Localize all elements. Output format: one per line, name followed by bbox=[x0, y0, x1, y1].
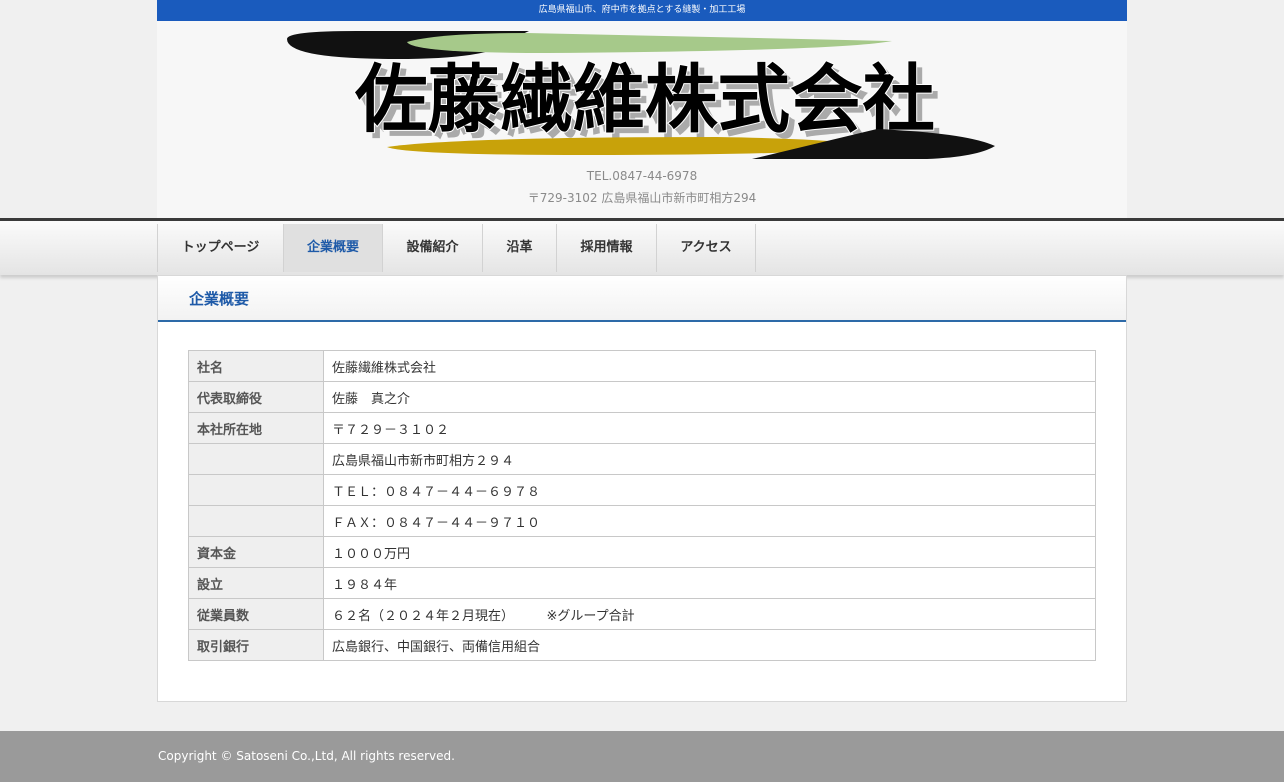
table-row: 代表取締役 佐藤 真之介 bbox=[188, 381, 1096, 413]
page-title: 企業概要 bbox=[189, 290, 250, 308]
copyright-text: Copyright © Satoseni Co.,Ltd, All rights… bbox=[158, 749, 455, 763]
row-value: 広島県福山市新市町相方２９４ bbox=[323, 443, 1096, 475]
main-navigation-bar: トップページ 企業概要 設備紹介 沿革 採用情報 アクセス bbox=[0, 218, 1284, 275]
row-label: 社名 bbox=[188, 350, 324, 382]
row-label: 取引銀行 bbox=[188, 629, 324, 661]
main-navigation: トップページ 企業概要 設備紹介 沿革 採用情報 アクセス bbox=[157, 224, 756, 272]
company-info-table: 社名 佐藤繊維株式会社 代表取締役 佐藤 真之介 本社所在地 〒７２９－３１０２ 広島県福山… bbox=[188, 350, 1096, 661]
row-label: 本社所在地 bbox=[188, 412, 324, 444]
row-label: 設立 bbox=[188, 567, 324, 599]
nav-item-access[interactable]: アクセス bbox=[657, 224, 756, 272]
logo-green-swoosh bbox=[407, 33, 892, 53]
row-value: ６２名（２０２４年２月現在） ※グループ合計 bbox=[323, 598, 1096, 630]
header-tel: TEL.0847-44-6978 bbox=[586, 169, 698, 183]
page-header: 企業概要 bbox=[158, 276, 1126, 322]
row-value: １９８４年 bbox=[323, 567, 1096, 599]
row-label bbox=[188, 505, 324, 537]
row-value: １０００万円 bbox=[323, 536, 1096, 568]
nav-item-history[interactable]: 沿革 bbox=[483, 224, 557, 272]
company-logo[interactable]: 佐藤繊維株式会社 佐藤繊維株式会社 bbox=[287, 29, 997, 161]
site-header: 佐藤繊維株式会社 佐藤繊維株式会社 TEL.0847-44-6978 〒729-… bbox=[157, 21, 1127, 218]
nav-item-top[interactable]: トップページ bbox=[158, 224, 284, 272]
table-row: 本社所在地 〒７２９－３１０２ bbox=[188, 412, 1096, 444]
nav-item-equipment[interactable]: 設備紹介 bbox=[383, 224, 483, 272]
table-row: 資本金 １０００万円 bbox=[188, 536, 1096, 568]
row-value: ＴＥＬ：０８４７－４４－６９７８ bbox=[323, 474, 1096, 506]
main-content: 企業概要 社名 佐藤繊維株式会社 代表取締役 佐藤 真之介 本社所在地 〒７２９－３１０２… bbox=[157, 275, 1127, 702]
table-row: 従業員数 ６２名（２０２４年２月現在） ※グループ合計 bbox=[188, 598, 1096, 630]
row-value: 広島銀行、中国銀行、両備信用組合 bbox=[323, 629, 1096, 661]
row-value: 佐藤 真之介 bbox=[323, 381, 1096, 413]
table-row: ＴＥＬ：０８４７－４４－６９７８ bbox=[188, 474, 1096, 506]
nav-item-recruit[interactable]: 採用情報 bbox=[557, 224, 657, 272]
nav-item-company-overview[interactable]: 企業概要 bbox=[284, 224, 383, 272]
company-info-table-body: 社名 佐藤繊維株式会社 代表取締役 佐藤 真之介 本社所在地 〒７２９－３１０２ 広島県福山… bbox=[188, 350, 1096, 661]
tagline-text: 広島県福山市、府中市を拠点とする縫製・加工工場 bbox=[538, 5, 746, 15]
table-row: 社名 佐藤繊維株式会社 bbox=[188, 350, 1096, 382]
site-footer: Copyright © Satoseni Co.,Ltd, All rights… bbox=[0, 731, 1284, 782]
top-tagline-bar: 広島県福山市、府中市を拠点とする縫製・加工工場 bbox=[157, 0, 1127, 21]
row-label bbox=[188, 443, 324, 475]
row-label: 代表取締役 bbox=[188, 381, 324, 413]
table-row: 設立 １９８４年 bbox=[188, 567, 1096, 599]
table-row: 広島県福山市新市町相方２９４ bbox=[188, 443, 1096, 475]
table-row: 取引銀行 広島銀行、中国銀行、両備信用組合 bbox=[188, 629, 1096, 661]
row-label: 従業員数 bbox=[188, 598, 324, 630]
row-value: 〒７２９－３１０２ bbox=[323, 412, 1096, 444]
table-row: ＦＡＸ：０８４７－４４－９７１０ bbox=[188, 505, 1096, 537]
row-value: 佐藤繊維株式会社 bbox=[323, 350, 1096, 382]
logo-text: 佐藤繊維株式会社 bbox=[354, 57, 935, 143]
header-address: 〒729-3102 広島県福山市新市町相方294 bbox=[527, 191, 757, 205]
row-label bbox=[188, 474, 324, 506]
row-label: 資本金 bbox=[188, 536, 324, 568]
row-value: ＦＡＸ：０８４７－４４－９７１０ bbox=[323, 505, 1096, 537]
